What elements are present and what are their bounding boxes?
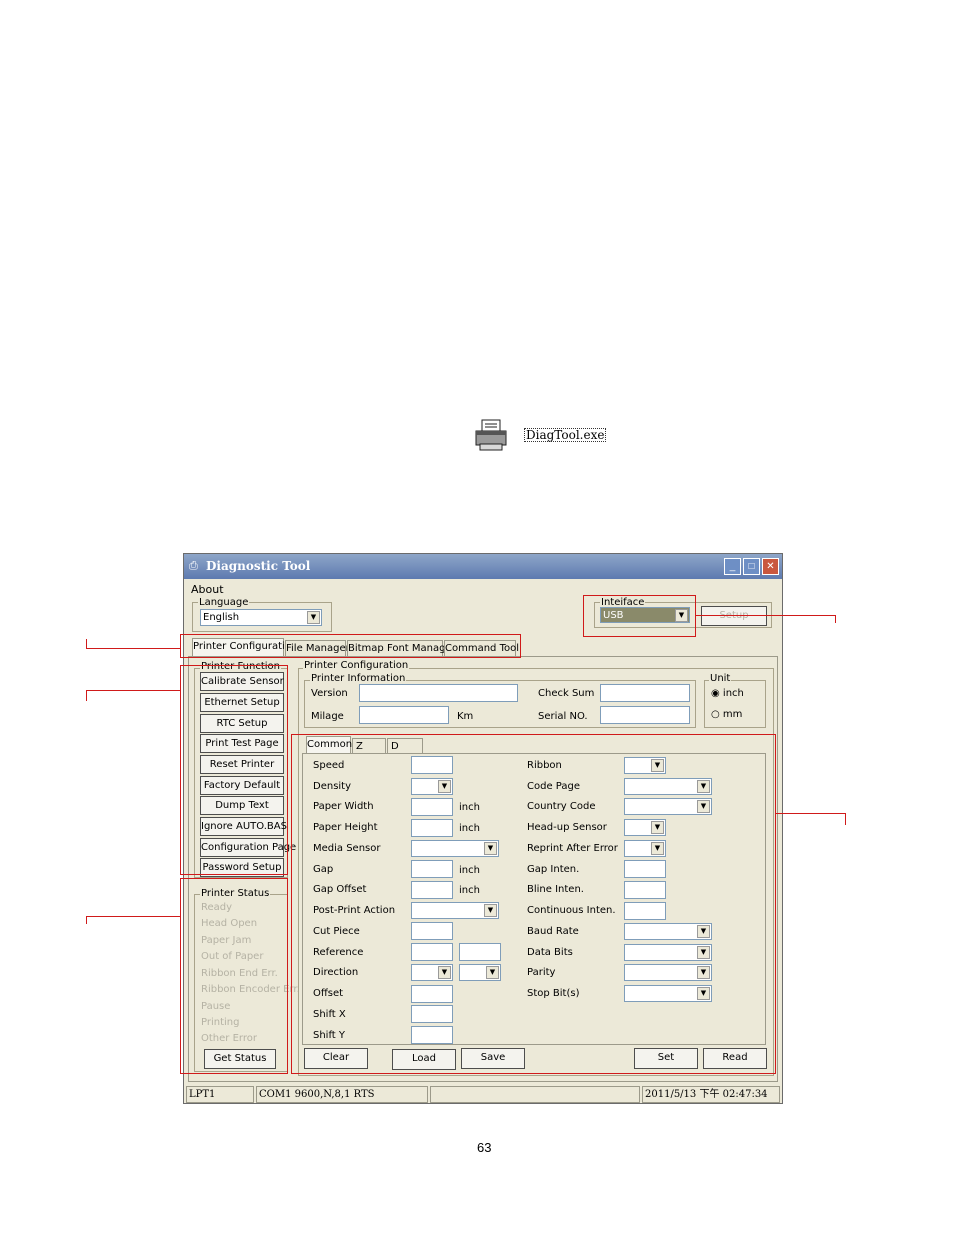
language-select[interactable]: English ▼: [200, 609, 322, 626]
serial-label: Serial NO.: [538, 711, 588, 722]
callout-interface-h: [696, 615, 836, 616]
language-value: English: [203, 612, 240, 623]
checksum-label: Check Sum: [538, 688, 595, 699]
window-title: Diagnostic Tool: [206, 559, 311, 573]
unit-inch-radio[interactable]: ◉ inch: [711, 688, 744, 700]
checksum-field[interactable]: [600, 684, 690, 702]
callout-common-h: [776, 813, 846, 814]
callout-function-v: [86, 690, 87, 701]
statusbar-com: COM1 9600,N,8,1 RTS: [256, 1086, 428, 1103]
close-button[interactable]: ✕: [762, 558, 779, 575]
serial-field[interactable]: [600, 706, 690, 724]
setup-button[interactable]: Setup: [701, 606, 767, 626]
callout-status-v: [86, 916, 87, 924]
version-label: Version: [311, 688, 348, 699]
callout-tabs-h: [86, 648, 180, 649]
printer-icon: [475, 419, 507, 451]
milage-field[interactable]: [359, 706, 449, 724]
chevron-down-icon: ▼: [307, 611, 320, 624]
language-label: Language: [198, 597, 250, 608]
annotation-box-printer-function: [180, 665, 288, 875]
callout-tabs-v: [86, 639, 87, 649]
printer-information-label: Printer Information: [310, 673, 407, 684]
statusbar-port: LPT1: [186, 1086, 254, 1103]
callout-status-h: [86, 916, 180, 917]
title-bar: ⎙ Diagnostic Tool _ □ ✕: [184, 554, 782, 579]
callout-function-h: [86, 690, 180, 691]
statusbar-datetime: 2011/5/13 下午 02:47:34: [642, 1086, 780, 1103]
annotation-box-tabs: [180, 634, 521, 658]
version-field[interactable]: [359, 684, 518, 702]
diagtool-file[interactable]: DiagTool.exe: [472, 418, 607, 454]
radio-checked-icon: ◉: [711, 688, 720, 699]
unit-label: Unit: [709, 673, 732, 684]
milage-label: Milage: [311, 711, 344, 722]
unit-mm-radio[interactable]: ○ mm: [711, 709, 742, 721]
radio-unchecked-icon: ○: [711, 709, 720, 720]
km-label: Km: [457, 711, 474, 722]
annotation-box-printer-status: [180, 878, 288, 1074]
annotation-box-common: [291, 734, 776, 1074]
callout-interface-v: [835, 615, 836, 623]
unit-inch-label: inch: [722, 688, 744, 699]
diagtool-filename: DiagTool.exe: [524, 428, 607, 442]
callout-common-v: [845, 813, 846, 825]
printer-configuration-label: Printer Configuration: [303, 660, 410, 671]
page-number: 63: [477, 1140, 492, 1155]
minimize-button[interactable]: _: [724, 558, 741, 575]
unit-mm-label: mm: [722, 709, 743, 720]
statusbar-middle: [430, 1086, 640, 1103]
app-icon: ⎙: [189, 560, 198, 572]
menu-about[interactable]: About: [191, 583, 224, 596]
annotation-box-interface: [583, 595, 696, 637]
maximize-button[interactable]: □: [743, 558, 760, 575]
